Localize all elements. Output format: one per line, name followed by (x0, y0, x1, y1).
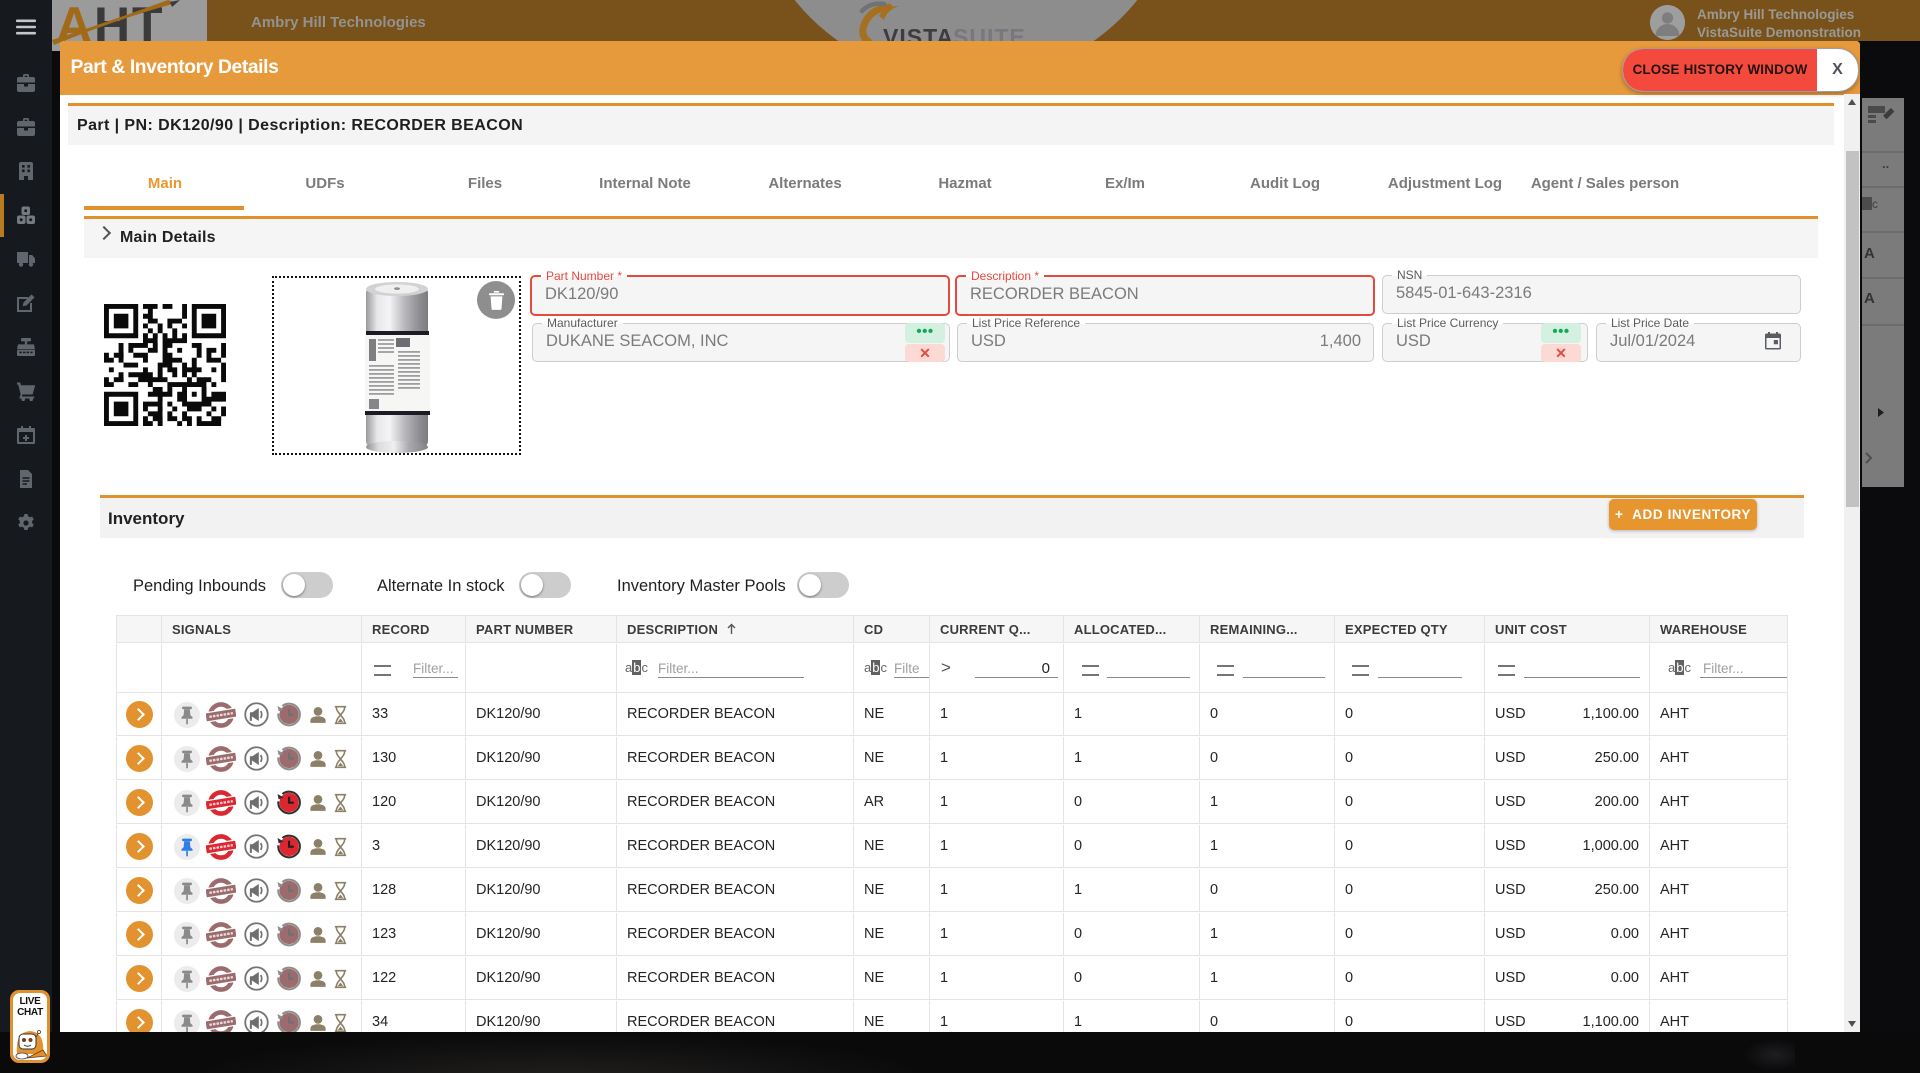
svg-text:SUITE: SUITE (953, 24, 1026, 41)
svg-text:c: c (1872, 197, 1878, 211)
svg-text:A: A (1864, 290, 1875, 307)
svg-text:..: .. (1882, 156, 1889, 171)
svg-text:A: A (1864, 245, 1875, 262)
svg-text:VISTA: VISTA (883, 24, 954, 41)
